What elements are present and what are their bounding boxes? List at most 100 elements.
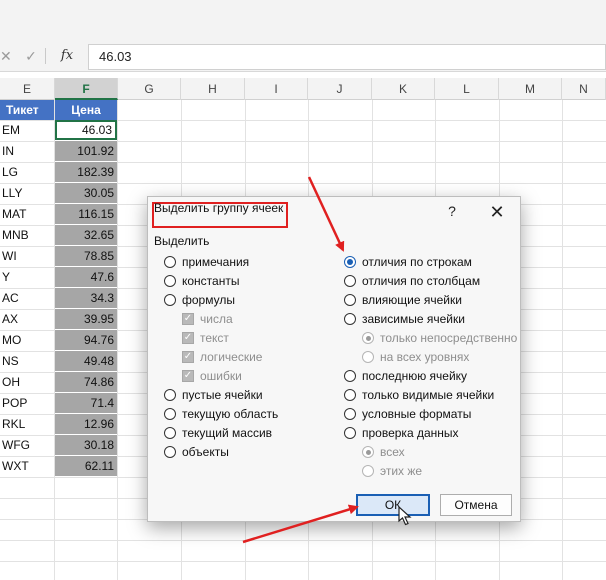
formula-input[interactable]: 46.03 [88, 44, 606, 70]
option-label: только непосредственно [380, 331, 518, 345]
ticker-cell[interactable]: WI [0, 246, 54, 266]
radio-icon [344, 427, 356, 439]
radio-icon [344, 294, 356, 306]
checkbox-icon: ✓ [182, 370, 194, 382]
price-cell[interactable]: 74.86 [55, 372, 117, 392]
radio-icon [164, 294, 176, 306]
price-cell[interactable]: 32.65 [55, 225, 117, 245]
close-icon[interactable]: ✕ [486, 201, 508, 223]
option-label: всех [380, 445, 405, 459]
radio-icon [362, 351, 374, 363]
price-cell[interactable]: 62.11 [55, 456, 117, 476]
option-label: формулы [182, 293, 235, 307]
row-gridline [0, 561, 606, 562]
column-header-i[interactable]: I [245, 78, 308, 100]
ticker-cell[interactable]: MO [0, 330, 54, 350]
radio-icon [164, 256, 176, 268]
column-header-h[interactable]: H [181, 78, 245, 100]
radio-icon [344, 256, 356, 268]
select-group-label: Выделить [154, 234, 210, 248]
option-label: логические [200, 350, 263, 364]
price-cell[interactable]: 34.3 [55, 288, 117, 308]
column-gridline [117, 100, 118, 580]
ok-button[interactable]: ОК [356, 494, 430, 516]
insert-function-button[interactable]: fx [56, 46, 78, 66]
price-cell[interactable]: 182.39 [55, 162, 117, 182]
radio-icon [362, 465, 374, 477]
ticker-cell[interactable]: MNB [0, 225, 54, 245]
price-cell[interactable]: 116.15 [55, 204, 117, 224]
price-cell[interactable]: 47.6 [55, 267, 117, 287]
column-header-e[interactable]: E [0, 78, 55, 100]
price-cell[interactable]: 101.92 [55, 141, 117, 161]
ticker-cell[interactable]: AX [0, 309, 54, 329]
header-price[interactable]: Цена [55, 100, 117, 120]
option-label: этих же [380, 464, 423, 478]
dialog-title: Выделить группу ячеек [154, 201, 284, 215]
ticker-cell[interactable]: AC [0, 288, 54, 308]
ticker-cell[interactable]: LLY [0, 183, 54, 203]
option-label: числа [200, 312, 233, 326]
ticker-cell[interactable]: MAT [0, 204, 54, 224]
radio-icon [164, 275, 176, 287]
ticker-cell[interactable]: IN [0, 141, 54, 161]
radio-icon [344, 275, 356, 287]
price-cell[interactable]: 39.95 [55, 309, 117, 329]
price-cell[interactable]: 49.48 [55, 351, 117, 371]
ticker-cell[interactable]: LG [0, 162, 54, 182]
option-label: константы [182, 274, 240, 288]
option-label: отличия по строкам [362, 255, 472, 269]
column-header-m[interactable]: M [499, 78, 562, 100]
ticker-cell[interactable]: WFG [0, 435, 54, 455]
column-header-l[interactable]: L [435, 78, 499, 100]
column-header-n[interactable]: N [562, 78, 606, 100]
price-cell[interactable]: 30.05 [55, 183, 117, 203]
ticker-cell[interactable]: OH [0, 372, 54, 392]
option-label: проверка данных [362, 426, 459, 440]
option-label: на всех уровнях [380, 350, 470, 364]
radio-icon [344, 370, 356, 382]
option-label: текущую область [182, 407, 279, 421]
option-label: текущий массив [182, 426, 273, 440]
formula-bar: ✕ ✓ fx 46.03 [0, 0, 606, 72]
ticker-cell[interactable]: POP [0, 393, 54, 413]
cancel-icon[interactable]: ✕ [0, 46, 14, 66]
column-header-f[interactable]: F [55, 78, 118, 100]
header-ticker[interactable]: Тикет [0, 100, 54, 120]
checkbox-icon: ✓ [182, 351, 194, 363]
column-gridline [562, 100, 563, 580]
go-to-special-dialog: Выделить группу ячеек ? ✕ Выделить приме… [147, 196, 521, 522]
price-cell[interactable]: 30.18 [55, 435, 117, 455]
radio-icon [362, 332, 374, 344]
option-label: отличия по столбцам [362, 274, 481, 288]
price-cell[interactable]: 78.85 [55, 246, 117, 266]
option-label: последнюю ячейку [362, 369, 468, 383]
option-label: примечания [182, 255, 250, 269]
column-header-k[interactable]: K [372, 78, 435, 100]
option-label: текст [200, 331, 229, 345]
price-cell[interactable]: 12.96 [55, 414, 117, 434]
option-label: пустые ячейки [182, 388, 263, 402]
option-label: ошибки [200, 369, 242, 383]
radio-icon [344, 389, 356, 401]
cancel-button[interactable]: Отмена [440, 494, 512, 516]
radio-icon [164, 389, 176, 401]
column-header-g[interactable]: G [118, 78, 181, 100]
row-gridline [0, 540, 606, 541]
radio-icon [164, 446, 176, 458]
price-cell[interactable]: 94.76 [55, 330, 117, 350]
radio-icon [362, 446, 374, 458]
ticker-cell[interactable]: RKL [0, 414, 54, 434]
option-label: условные форматы [362, 407, 472, 421]
active-price-cell[interactable]: 46.03 [55, 120, 117, 140]
radio-icon [164, 427, 176, 439]
check-icon[interactable]: ✓ [22, 46, 40, 66]
ticker-cell[interactable]: NS [0, 351, 54, 371]
ticker-cell[interactable]: Y [0, 267, 54, 287]
ticker-cell[interactable]: WXT [0, 456, 54, 476]
radio-icon [344, 408, 356, 420]
ticker-cell[interactable]: EM [0, 120, 54, 140]
price-cell[interactable]: 71.4 [55, 393, 117, 413]
column-header-j[interactable]: J [308, 78, 372, 100]
help-button[interactable]: ? [444, 203, 460, 223]
